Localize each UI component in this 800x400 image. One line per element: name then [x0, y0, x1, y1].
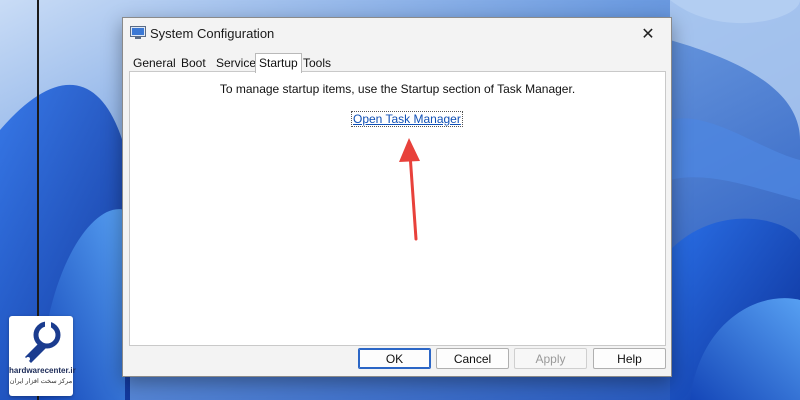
- close-button[interactable]: ✕: [625, 18, 671, 50]
- help-button[interactable]: Help: [593, 348, 666, 369]
- tab-boot[interactable]: Boot: [179, 56, 208, 70]
- ok-button[interactable]: OK: [358, 348, 431, 369]
- apply-button[interactable]: Apply: [514, 348, 587, 369]
- watermark-subtitle: مرکز سخت افزار ایران: [9, 378, 73, 385]
- startup-message: To manage startup items, use the Startup…: [219, 82, 576, 96]
- app-icon: [130, 26, 146, 39]
- hardwarecenter-watermark: hardwarecenter.ir مرکز سخت افزار ایران: [9, 316, 76, 396]
- cancel-button[interactable]: Cancel: [436, 348, 509, 369]
- tab-tools[interactable]: Tools: [301, 56, 333, 70]
- window-title: System Configuration: [150, 26, 275, 41]
- title-bar[interactable]: System Configuration ✕: [123, 18, 671, 50]
- tab-startup[interactable]: Startup: [255, 53, 302, 73]
- tab-general[interactable]: General: [131, 56, 178, 70]
- startup-panel: To manage startup items, use the Startup…: [129, 71, 666, 346]
- system-configuration-dialog: System Configuration ✕ General Boot Serv…: [122, 17, 672, 377]
- open-task-manager-link[interactable]: Open Task Manager: [351, 111, 463, 127]
- close-icon: ✕: [641, 26, 655, 43]
- watermark-name: hardwarecenter.ir: [9, 366, 76, 375]
- wrench-logo-icon: [25, 321, 61, 363]
- arrow-annotation: [399, 138, 420, 241]
